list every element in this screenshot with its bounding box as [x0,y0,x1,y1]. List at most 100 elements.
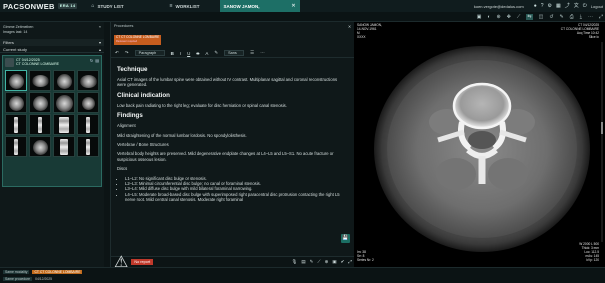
close-icon[interactable]: ✕ [348,24,351,29]
window-level-icon[interactable]: ◐ [487,14,490,20]
tab-study-list[interactable]: ⌂ STUDY LIST [83,0,131,12]
grid-icon[interactable]: ▦ [556,3,561,9]
series-thumbnail[interactable] [77,114,99,136]
series-thumbnail[interactable] [5,114,27,136]
reset-icon[interactable]: ↺ [549,14,553,20]
language-icon[interactable]: 文 [574,3,579,9]
pen-icon[interactable]: ✎ [310,259,314,265]
zoom-in-icon[interactable]: ⊕ [325,259,329,265]
undo-icon[interactable]: ↶ [115,50,119,56]
study-description: CT COLONNE LOMBAIRE [16,62,60,67]
editor-toolbar: ↶ ↷ Paragraph B I U S A ✎ Sans ☰ ⋯ [111,49,354,58]
same-modality-label[interactable]: Same modality [3,270,30,274]
image-viewer[interactable]: SANOW JAMON, 14-NOV-1961 M XXXX CT 04/12… [354,22,605,267]
procedure-tag[interactable]: CT CT COLONNE LOMBAIRE Reviewer required [114,35,162,45]
sync-icon[interactable]: ⇆ [526,14,533,20]
text-color-icon[interactable]: A [205,51,208,56]
close-icon[interactable]: ✕ [291,3,295,9]
more-icon[interactable]: ⋯ [260,50,265,56]
series-thumbnail[interactable] [77,136,99,158]
section-heading: Findings [117,112,143,120]
annotate-icon[interactable]: ✎ [560,14,564,20]
bold-icon[interactable]: B [171,51,174,56]
gear-icon[interactable]: ⚙ [548,3,552,9]
pan-icon[interactable]: ✥ [507,14,511,20]
sign-icon[interactable]: ✔ [341,259,345,265]
report-document[interactable]: Technique Axial CT images of the lumbar … [113,62,349,262]
current-study-header[interactable]: Current study ▴ [0,46,104,53]
series-thumbnail[interactable] [5,70,27,92]
measure-icon[interactable]: ⟋ [517,14,521,20]
series-thumbnail[interactable] [29,92,51,114]
template-icon[interactable]: ▤ [301,259,305,265]
status-bar: Same modality CT CT COLONNE LOMBAIRE Sam… [0,267,605,283]
layout-icon[interactable]: ▣ [477,14,482,20]
procedure-name: CT CT COLONNE LOMBAIRE [116,35,160,40]
section-heading: Clinical indication [117,91,170,99]
report-footer: ⚠ No report 🎙 ▤ ✎ ⟋ ⊕ ▣ ✔ ⤢ [111,254,355,271]
help-icon[interactable]: ? [541,3,544,9]
measure-icon[interactable]: ⟋ [317,259,320,265]
patient-line2: Images last: 14 [3,29,28,34]
tab-worklist[interactable]: ≡ WORKLIST [162,0,208,12]
microphone-icon[interactable]: 🎙 [292,259,298,265]
series-thumbnail[interactable] [29,136,51,158]
redo-icon[interactable]: ↷ [125,50,129,56]
section-text: Axial CT images of the lumbar spine were… [117,77,338,88]
refresh-icon[interactable]: ↻ [90,58,93,63]
expand-icon[interactable]: ⤢ [599,14,603,20]
series-thumbnail[interactable] [29,70,51,92]
user-email: koen.vergote@dedalus.com [473,3,524,9]
chevron-down-icon: ▾ [98,40,101,45]
save-button[interactable]: 💾 [341,234,350,243]
series-thumbnail[interactable] [5,92,27,114]
paragraph-style-select[interactable]: Paragraph [134,50,165,56]
chevron-up-icon: ▴ [98,47,101,52]
open-folder-icon[interactable]: ▤ [95,58,99,63]
series-thumbnail[interactable] [53,136,75,158]
edition-badge: ERA 14 [57,3,78,9]
series-thumbnail[interactable] [53,114,75,136]
series-thumbnail[interactable] [5,136,27,158]
slice-scrollbar[interactable] [601,42,603,242]
scroll-thumb[interactable] [601,122,603,134]
logout-link[interactable]: Logout [591,4,603,9]
highlight-icon[interactable]: ✎ [214,50,218,56]
mpr-icon[interactable]: ◫ [539,14,544,20]
underline-icon[interactable]: U [187,51,190,56]
collapse-icon[interactable]: « [99,24,101,30]
series-thumbnail[interactable] [77,92,99,114]
no-report-badge[interactable]: No report [131,259,154,265]
download-icon[interactable]: ⤓ [580,14,582,20]
study-card[interactable]: CT 04/12/2025 CT COLONNE LOMBAIRE ↻ ▤ [2,55,102,187]
disc-list: L1–L2: No significant disc bulge or sten… [125,176,345,203]
tab-patient[interactable]: SANOW JAMON, ✕ [219,0,300,12]
expand-icon[interactable]: ⤢ [348,259,352,265]
more-icon[interactable]: ⋯ [588,14,593,20]
image-icon[interactable]: ▣ [332,259,336,265]
home-icon: ⌂ [91,3,95,9]
section-text: Vertebrae / Bone Structures [117,142,169,148]
series-thumbnail[interactable] [53,70,75,92]
tab-label: WORKLIST [175,3,200,9]
modality-chip[interactable]: CT CT COLONNE LOMBAIRE [32,270,83,274]
bullet-list-icon[interactable]: ☰ [250,50,254,56]
overlay-text: kVp: 120 [586,258,599,263]
strikethrough-icon[interactable]: S [196,51,199,56]
print-icon[interactable]: ⎙ [570,14,574,20]
study-panel: Gimme Zeitmeiben Images last: 14 « Filte… [0,22,104,267]
user-icon[interactable]: ● [534,3,537,9]
share-icon[interactable]: ⤴ [565,3,570,9]
series-thumbnail[interactable] [77,70,99,92]
series-thumbnail[interactable] [29,114,51,136]
filters-bar[interactable]: Filters ▾ [0,39,104,46]
italic-icon[interactable]: I [180,51,181,56]
section-text: Mild straightening of the normal lumbar … [117,132,247,138]
zoom-icon[interactable]: ⊕ [496,14,500,20]
logout-icon[interactable]: ⏻ [583,3,587,9]
font-select[interactable]: Sans [224,50,245,56]
section-text: Vertebral body heights are preserved. Mi… [117,151,334,162]
series-thumbnail[interactable] [53,92,75,114]
report-panel: Procedures ✕ CT CT COLONNE LOMBAIRE Revi… [110,22,355,271]
same-procedure-label[interactable]: Same procedure [3,277,33,281]
